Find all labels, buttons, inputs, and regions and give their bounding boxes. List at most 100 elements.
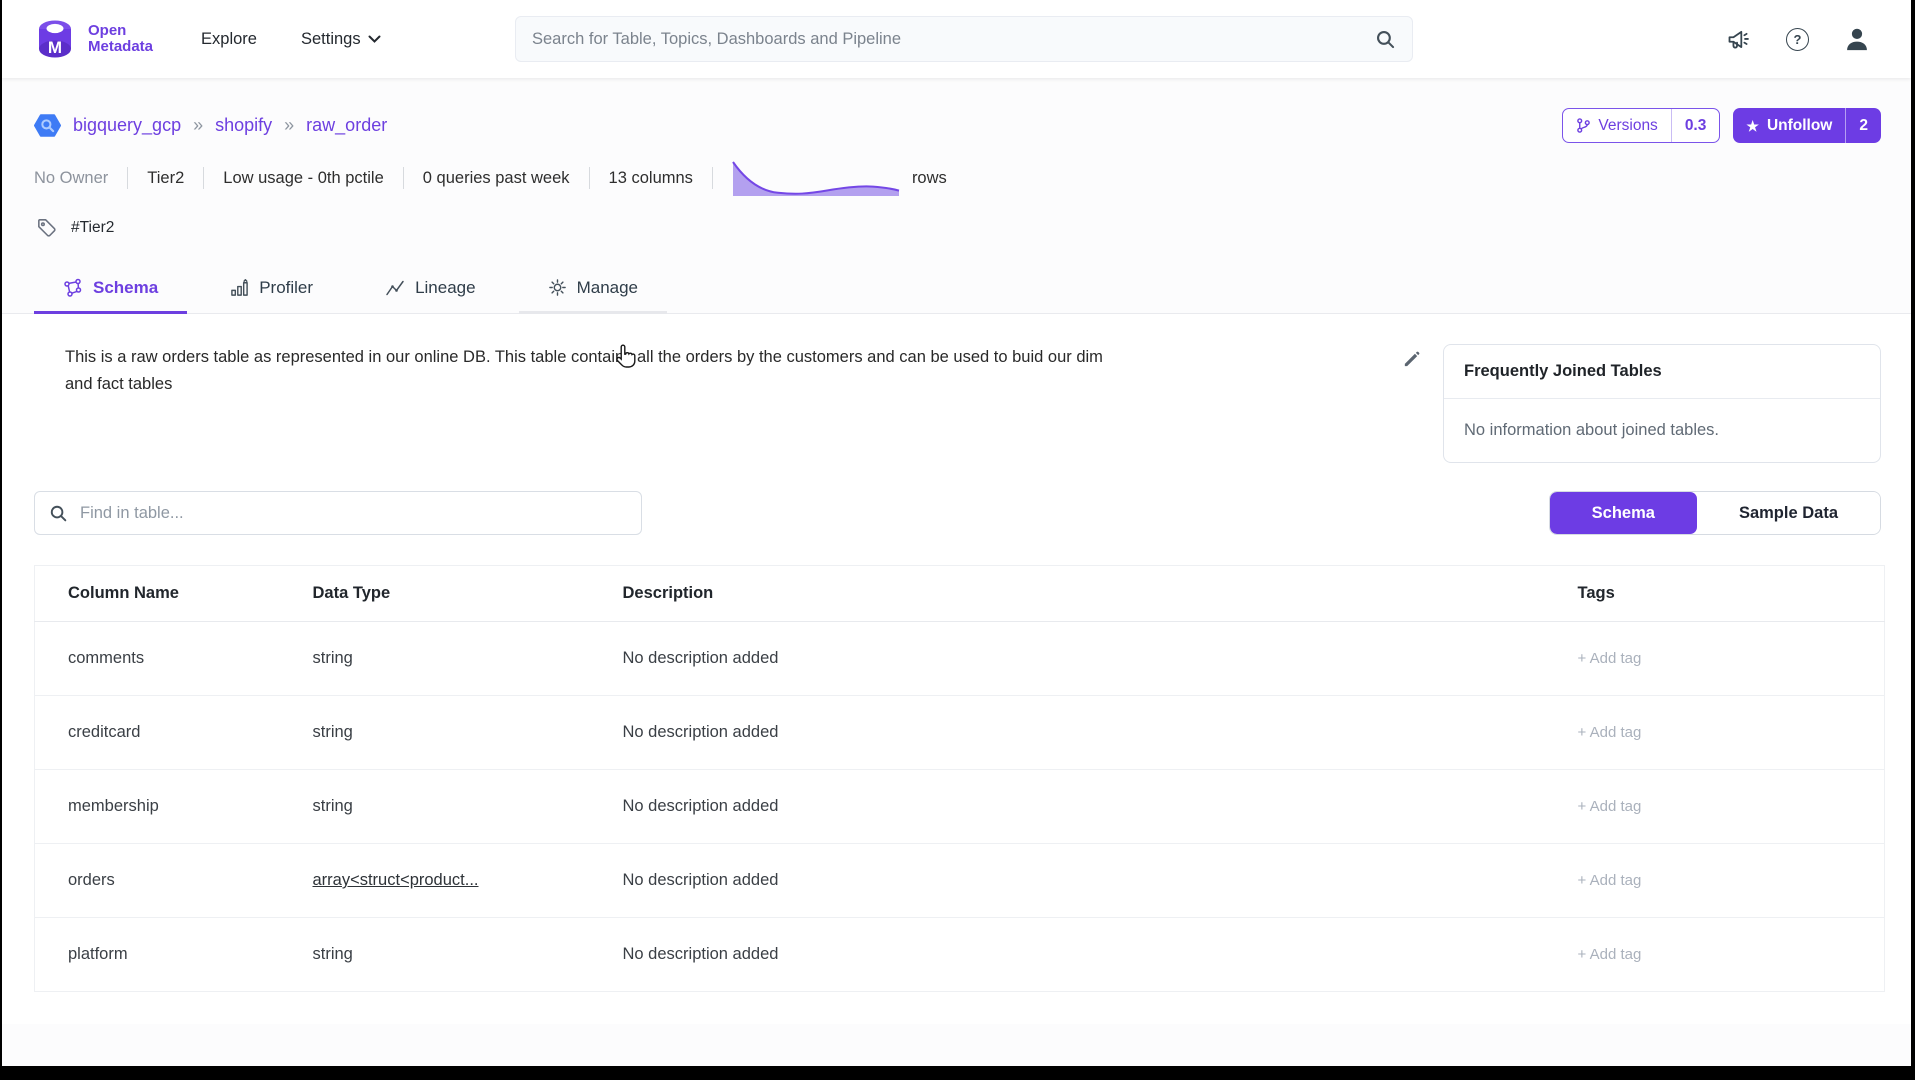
- description-section: This is a raw orders table as represente…: [2, 314, 1911, 463]
- find-in-table-box[interactable]: [34, 491, 642, 535]
- col-header-datatype: Data Type: [283, 566, 593, 622]
- nav-explore[interactable]: Explore: [201, 30, 257, 49]
- nav-settings[interactable]: Settings: [301, 30, 381, 49]
- tab-profiler-label: Profiler: [259, 278, 313, 298]
- tags-row: #Tier2: [36, 217, 1881, 238]
- toggle-schema-button[interactable]: Schema: [1550, 492, 1697, 534]
- breadcrumb: bigquery_gcp » shopify » raw_order: [34, 112, 387, 139]
- profiler-tab-icon: [230, 278, 249, 297]
- column-name: membership: [35, 770, 283, 844]
- top-nav: M Open Metadata Explore Settings ?: [2, 0, 1911, 78]
- toggle-sample-data-button[interactable]: Sample Data: [1697, 492, 1880, 534]
- tab-manage[interactable]: Manage: [519, 264, 667, 314]
- version-number: 0.3: [1671, 109, 1720, 142]
- global-search[interactable]: [515, 16, 1413, 62]
- schema-tab-icon: [63, 278, 83, 298]
- table-row: creditcard string No description added +…: [35, 696, 1885, 770]
- queries-value: 0 queries past week: [423, 169, 570, 188]
- search-icon: [49, 504, 68, 523]
- column-description: No description added: [593, 696, 1543, 770]
- add-tag-button[interactable]: + Add tag: [1578, 724, 1642, 741]
- tab-lineage-label: Lineage: [415, 278, 476, 298]
- main-nav: Explore Settings: [201, 30, 381, 49]
- column-name: orders: [35, 844, 283, 918]
- top-right-icons: ?: [1725, 25, 1871, 53]
- global-search-input[interactable]: [532, 30, 1375, 49]
- breadcrumb-service[interactable]: bigquery_gcp: [73, 115, 181, 136]
- unfollow-label: Unfollow: [1767, 117, 1832, 135]
- add-tag-button[interactable]: + Add tag: [1578, 798, 1642, 815]
- tab-manage-label: Manage: [577, 278, 638, 298]
- nav-settings-label: Settings: [301, 30, 361, 49]
- tier-tag[interactable]: #Tier2: [71, 219, 114, 237]
- breadcrumb-separator: »: [193, 115, 203, 136]
- table-row: orders array<struct<product... No descri…: [35, 844, 1885, 918]
- column-description: No description added: [593, 918, 1543, 992]
- app-logo[interactable]: M Open Metadata: [32, 16, 153, 62]
- add-tag-button[interactable]: + Add tag: [1578, 650, 1642, 667]
- table-row: platform string No description added + A…: [35, 918, 1885, 992]
- table-row: comments string No description added + A…: [35, 622, 1885, 696]
- versions-label: Versions: [1598, 117, 1657, 135]
- col-header-description: Description: [593, 566, 1543, 622]
- frequently-joined-card: Frequently Joined Tables No information …: [1443, 344, 1881, 463]
- unfollow-button[interactable]: ★ Unfollow 2: [1733, 108, 1881, 143]
- add-tag-button[interactable]: + Add tag: [1578, 872, 1642, 889]
- user-avatar[interactable]: [1843, 25, 1871, 53]
- versions-button[interactable]: Versions 0.3: [1562, 108, 1720, 143]
- schema-sample-toggle: Schema Sample Data: [1549, 491, 1881, 535]
- column-name: creditcard: [35, 696, 283, 770]
- tab-profiler[interactable]: Profiler: [201, 264, 342, 314]
- tier-value: Tier2: [147, 169, 184, 188]
- column-description: No description added: [593, 844, 1543, 918]
- rows-sparkline-chart: [732, 159, 900, 197]
- divider: [403, 167, 404, 189]
- edit-description-icon[interactable]: [1402, 350, 1421, 369]
- schema-columns-table: Column Name Data Type Description Tags c…: [34, 565, 1885, 992]
- manage-gear-icon: [548, 278, 567, 297]
- column-description: No description added: [593, 770, 1543, 844]
- versions-segment: Versions: [1563, 109, 1670, 142]
- app-logo-text: Open Metadata: [88, 23, 153, 56]
- bigquery-service-icon: [34, 112, 61, 139]
- star-icon: ★: [1746, 119, 1759, 133]
- usage-value: Low usage - 0th pctile: [223, 169, 384, 188]
- table-controls: Schema Sample Data: [34, 491, 1881, 535]
- owner-value[interactable]: No Owner: [34, 169, 108, 188]
- breadcrumb-separator: »: [284, 115, 294, 136]
- chevron-down-icon: [368, 35, 381, 44]
- column-datatype: string: [283, 696, 593, 770]
- rows-label: rows: [912, 169, 947, 188]
- table-description: This is a raw orders table as represente…: [65, 344, 1110, 397]
- openmetadata-logo-icon: M: [32, 16, 78, 62]
- table-row: membership string No description added +…: [35, 770, 1885, 844]
- column-name: platform: [35, 918, 283, 992]
- columns-count: 13 columns: [609, 169, 693, 188]
- divider: [127, 167, 128, 189]
- column-datatype-link[interactable]: array<struct<product...: [313, 871, 479, 889]
- divider: [712, 167, 713, 189]
- lineage-tab-icon: [385, 278, 405, 298]
- tab-schema[interactable]: Schema: [34, 264, 187, 314]
- tab-schema-label: Schema: [93, 278, 158, 298]
- app-window: M Open Metadata Explore Settings ?: [0, 0, 1915, 1080]
- unfollow-segment: ★ Unfollow: [1733, 108, 1845, 143]
- version-branch-icon: [1576, 117, 1591, 134]
- breadcrumb-schema[interactable]: shopify: [215, 115, 272, 136]
- help-icon[interactable]: ?: [1786, 28, 1809, 51]
- find-in-table-input[interactable]: [80, 504, 627, 523]
- announcements-icon[interactable]: [1725, 26, 1752, 53]
- table-header-row: Column Name Data Type Description Tags: [35, 566, 1885, 622]
- tab-lineage[interactable]: Lineage: [356, 264, 505, 314]
- col-header-name: Column Name: [35, 566, 283, 622]
- add-tag-button[interactable]: + Add tag: [1578, 946, 1642, 963]
- breadcrumb-table[interactable]: raw_order: [306, 115, 387, 136]
- search-icon[interactable]: [1375, 29, 1396, 50]
- tag-icon: [36, 217, 57, 238]
- mouse-cursor: [614, 343, 638, 371]
- column-datatype: string: [283, 770, 593, 844]
- column-description: No description added: [593, 622, 1543, 696]
- joined-card-title: Frequently Joined Tables: [1444, 345, 1880, 399]
- description-block: This is a raw orders table as represente…: [65, 344, 1443, 397]
- entity-tabs: Schema Profiler Lineage Manage: [2, 264, 1911, 314]
